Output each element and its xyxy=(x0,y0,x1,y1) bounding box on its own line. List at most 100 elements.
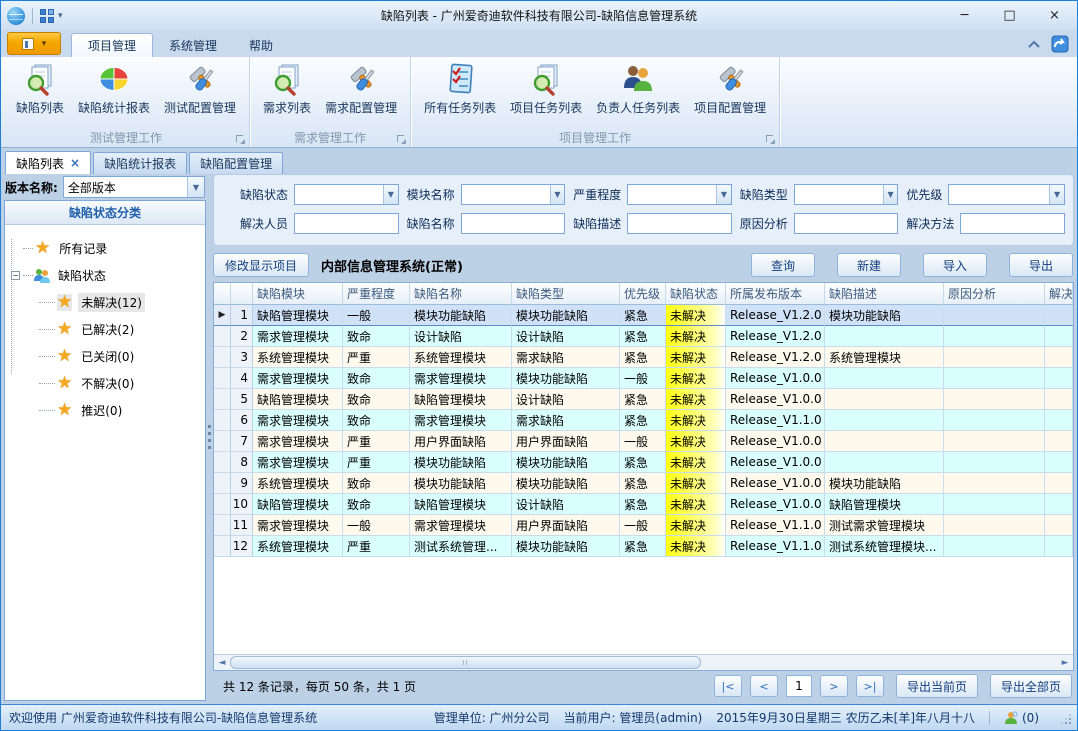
chevron-down-icon[interactable]: ▼ xyxy=(716,185,731,204)
ribbon-tab-help[interactable]: 帮助 xyxy=(233,33,289,57)
filter-select[interactable]: ▼ xyxy=(461,184,566,205)
column-header[interactable]: 缺陷描述 xyxy=(825,283,944,305)
doc-tab[interactable]: 缺陷统计报表 xyxy=(93,152,187,174)
dialog-launcher-icon[interactable] xyxy=(397,135,407,145)
filter-input-value[interactable] xyxy=(628,214,731,233)
scroll-left-icon[interactable]: ◄ xyxy=(214,655,230,670)
table-row[interactable]: 11需求管理模块一般需求管理模块用户界面缺陷一般未解决Release_V1.1.… xyxy=(214,515,1073,536)
filter-select[interactable]: ▼ xyxy=(294,184,399,205)
filter-input[interactable] xyxy=(960,213,1065,234)
tree-item[interactable]: ★已关闭(0) xyxy=(9,343,201,370)
scroll-right-icon[interactable]: ► xyxy=(1057,655,1073,670)
table-row[interactable]: 3系统管理模块严重系统管理模块需求缺陷紧急未解决Release_V1.2.0系统… xyxy=(214,347,1073,368)
chevron-down-icon[interactable]: ▼ xyxy=(383,185,398,204)
ribbon-button[interactable]: 需求配置管理 xyxy=(318,60,404,131)
splitter-handle[interactable] xyxy=(206,174,213,701)
ribbon-button[interactable]: 需求列表 xyxy=(256,60,318,131)
table-row[interactable]: 10缺陷管理模块致命缺陷管理模块设计缺陷紧急未解决Release_V1.0.0缺… xyxy=(214,494,1073,515)
last-page-button[interactable]: >| xyxy=(856,675,884,697)
ribbon-button[interactable]: 缺陷统计报表 xyxy=(71,60,157,131)
table-row[interactable]: 6需求管理模块致命需求管理模块需求缺陷紧急未解决Release_V1.1.0 xyxy=(214,410,1073,431)
first-page-button[interactable]: |< xyxy=(714,675,742,697)
column-header[interactable]: 缺陷名称 xyxy=(410,283,512,305)
new-button[interactable]: 新建 xyxy=(837,253,901,277)
table-row[interactable]: ▶1缺陷管理模块一般模块功能缺陷模块功能缺陷紧急未解决Release_V1.2.… xyxy=(214,305,1073,326)
minimize-button[interactable]: ─ xyxy=(942,1,987,30)
table-row[interactable]: 8需求管理模块严重模块功能缺陷模块功能缺陷紧急未解决Release_V1.0.0 xyxy=(214,452,1073,473)
collapse-icon[interactable]: − xyxy=(11,271,20,280)
ribbon-tab-project[interactable]: 项目管理 xyxy=(71,33,153,57)
column-header[interactable]: 优先级 xyxy=(620,283,666,305)
table-row[interactable]: 5缺陷管理模块致命缺陷管理模块设计缺陷紧急未解决Release_V1.0.0 xyxy=(214,389,1073,410)
chevron-down-icon[interactable]: ▼ xyxy=(883,185,898,204)
filter-input[interactable] xyxy=(627,213,732,234)
column-header[interactable]: 原因分析 xyxy=(944,283,1045,305)
column-header[interactable]: 缺陷状态 xyxy=(666,283,726,305)
tree-item[interactable]: ★已解决(2) xyxy=(9,316,201,343)
version-select[interactable]: 全部版本 ▼ xyxy=(63,176,205,198)
filter-input-value[interactable] xyxy=(462,185,550,204)
doc-tab[interactable]: 缺陷列表× xyxy=(5,151,91,174)
modify-display-items-button[interactable]: 修改显示项目 xyxy=(213,253,309,277)
resize-grip[interactable] xyxy=(1059,712,1071,724)
column-header[interactable]: 解决方法 xyxy=(1045,283,1073,305)
horizontal-scrollbar[interactable]: ◄ ► xyxy=(214,654,1073,670)
filter-input[interactable] xyxy=(461,213,566,234)
tree-item[interactable]: ★所有记录 xyxy=(9,235,201,262)
query-button[interactable]: 查询 xyxy=(751,253,815,277)
ribbon-button[interactable]: 项目配置管理 xyxy=(687,60,773,131)
table-row[interactable]: 4需求管理模块致命需求管理模块模块功能缺陷一般未解决Release_V1.0.0 xyxy=(214,368,1073,389)
prev-page-button[interactable]: < xyxy=(750,675,778,697)
close-button[interactable]: × xyxy=(1032,1,1077,30)
filter-input-value[interactable] xyxy=(295,185,383,204)
filter-input-value[interactable] xyxy=(949,185,1049,204)
filter-input-value[interactable] xyxy=(961,214,1064,233)
filter-input-value[interactable] xyxy=(628,185,716,204)
filter-input-value[interactable] xyxy=(795,214,898,233)
scrollbar-thumb[interactable] xyxy=(230,656,701,669)
ribbon-button[interactable]: 负责人任务列表 xyxy=(589,60,687,131)
ribbon-button[interactable]: 缺陷列表 xyxy=(9,60,71,131)
application-menu-button[interactable]: ▾ xyxy=(7,32,61,55)
filter-input-value[interactable] xyxy=(462,214,565,233)
export-current-page-button[interactable]: 导出当前页 xyxy=(896,674,978,698)
table-row[interactable]: 2需求管理模块致命设计缺陷设计缺陷紧急未解决Release_V1.2.0 xyxy=(214,326,1073,347)
filter-select[interactable]: ▼ xyxy=(948,184,1065,205)
chevron-down-icon[interactable]: ▼ xyxy=(187,177,204,197)
close-icon[interactable]: × xyxy=(70,156,80,170)
filter-input[interactable] xyxy=(794,213,899,234)
ribbon-button[interactable]: 测试配置管理 xyxy=(157,60,243,131)
filter-input-value[interactable] xyxy=(295,214,398,233)
chevron-down-icon[interactable]: ▼ xyxy=(1049,185,1064,204)
chevron-down-icon[interactable]: ▼ xyxy=(550,185,565,204)
doc-tab[interactable]: 缺陷配置管理 xyxy=(189,152,283,174)
table-row[interactable]: 9系统管理模块致命模块功能缺陷模块功能缺陷紧急未解决Release_V1.0.0… xyxy=(214,473,1073,494)
page-number-input[interactable] xyxy=(786,675,812,697)
export-all-pages-button[interactable]: 导出全部页 xyxy=(990,674,1072,698)
ribbon-button[interactable]: 项目任务列表 xyxy=(503,60,589,131)
next-page-button[interactable]: > xyxy=(820,675,848,697)
help-icon[interactable] xyxy=(1051,35,1069,53)
ribbon-tab-system[interactable]: 系统管理 xyxy=(153,33,233,57)
column-header[interactable]: 严重程度 xyxy=(343,283,410,305)
filter-select[interactable]: ▼ xyxy=(627,184,732,205)
tree-item[interactable]: − 缺陷状态 xyxy=(9,262,201,289)
column-header[interactable]: 缺陷模块 xyxy=(253,283,343,305)
tree-item[interactable]: ★推迟(0) xyxy=(9,397,201,424)
table-row[interactable]: 12系统管理模块严重测试系统管理...模块功能缺陷紧急未解决Release_V1… xyxy=(214,536,1073,557)
filter-input-value[interactable] xyxy=(795,185,883,204)
export-button[interactable]: 导出 xyxy=(1009,253,1073,277)
import-button[interactable]: 导入 xyxy=(923,253,987,277)
filter-select[interactable]: ▼ xyxy=(794,184,899,205)
column-header[interactable]: 缺陷类型 xyxy=(512,283,620,305)
collapse-ribbon-icon[interactable] xyxy=(1027,39,1041,49)
tree-item[interactable]: ★未解决(12) xyxy=(9,289,201,316)
filter-input[interactable] xyxy=(294,213,399,234)
dialog-launcher-icon[interactable] xyxy=(766,135,776,145)
table-row[interactable]: 7需求管理模块严重用户界面缺陷用户界面缺陷一般未解决Release_V1.0.0 xyxy=(214,431,1073,452)
column-header[interactable]: 所属发布版本 xyxy=(726,283,825,305)
dialog-launcher-icon[interactable] xyxy=(236,135,246,145)
maximize-button[interactable]: □ xyxy=(987,1,1032,30)
tree-item[interactable]: ★不解决(0) xyxy=(9,370,201,397)
ribbon-button[interactable]: 所有任务列表 xyxy=(417,60,503,131)
